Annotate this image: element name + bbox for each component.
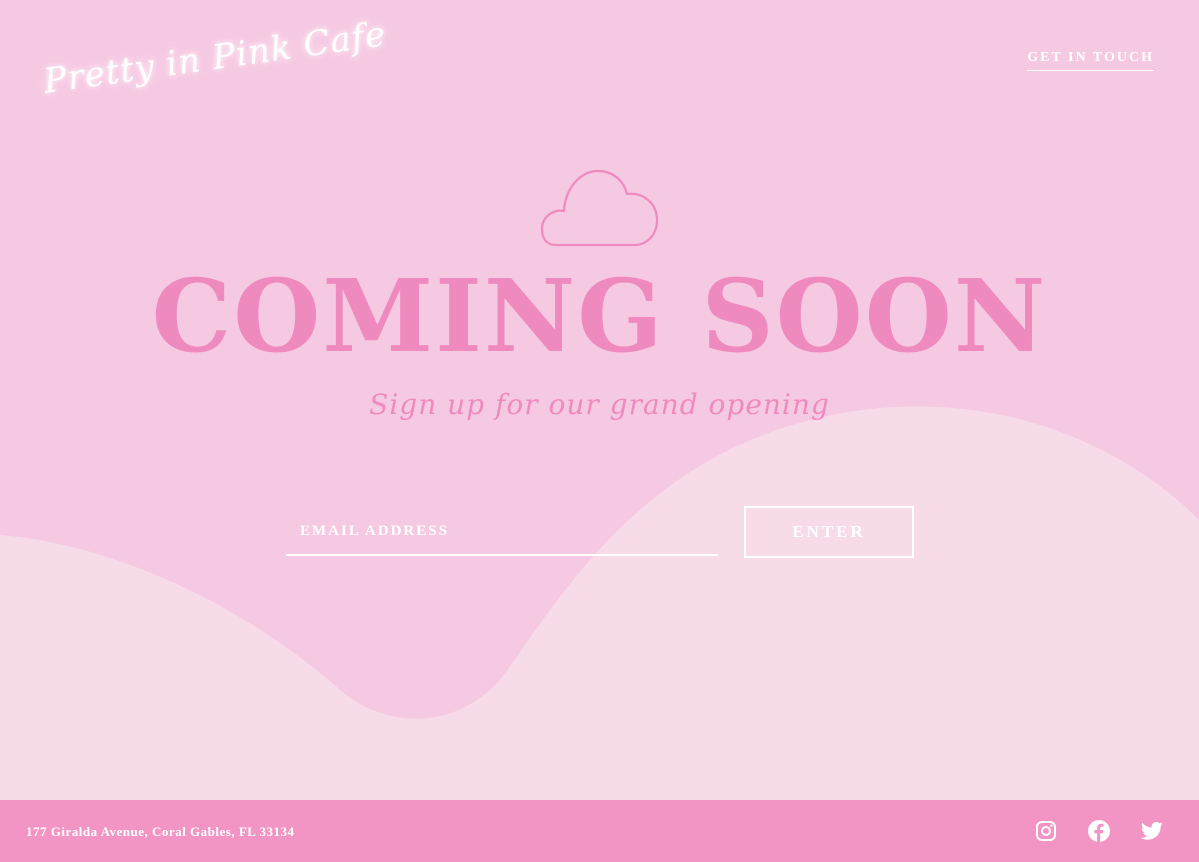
- facebook-icon[interactable]: [1087, 819, 1111, 843]
- grand-opening-subheadline: Sign up for our grand opening: [369, 388, 830, 421]
- email-field[interactable]: [286, 508, 718, 556]
- background-waves: [0, 406, 1199, 800]
- get-in-touch-link[interactable]: GET IN TOUCH: [1027, 50, 1154, 71]
- enter-button[interactable]: ENTER: [744, 506, 914, 558]
- twitter-icon[interactable]: [1140, 819, 1164, 843]
- coming-soon-headline: COMING SOON: [151, 257, 1048, 375]
- address-text: 177 Giralda Avenue, Coral Gables, FL 331…: [26, 824, 295, 839]
- footer-bar: 177 Giralda Avenue, Coral Gables, FL 331…: [0, 800, 1199, 862]
- instagram-icon[interactable]: [1034, 819, 1058, 843]
- cloud-icon: [540, 169, 659, 247]
